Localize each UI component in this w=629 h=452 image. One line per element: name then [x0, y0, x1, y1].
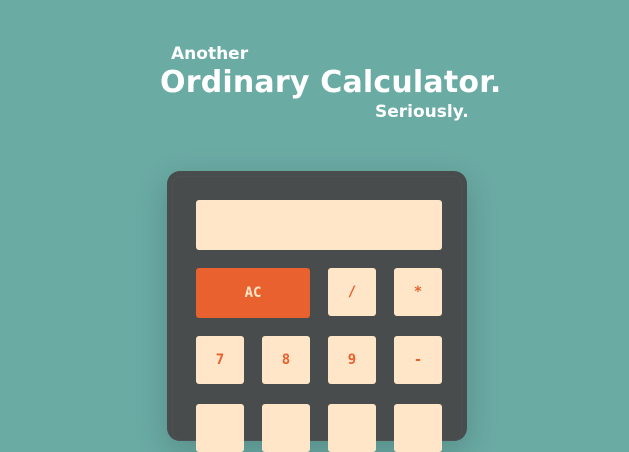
digit-7-button[interactable]: 7 — [196, 336, 244, 384]
key-row3-col1[interactable] — [196, 404, 244, 452]
divide-button[interactable]: / — [328, 268, 376, 316]
calculator: AC / * 7 8 9 - — [167, 171, 467, 452]
digit-8-button[interactable]: 8 — [262, 336, 310, 384]
page-title: Ordinary Calculator. — [160, 65, 502, 100]
key-row3-col4[interactable] — [394, 404, 442, 452]
digit-9-button[interactable]: 9 — [328, 336, 376, 384]
minus-button[interactable]: - — [394, 336, 442, 384]
calculator-display — [196, 200, 442, 250]
subtitle-seriously: Seriously. — [375, 102, 469, 122]
key-row3-col3[interactable] — [328, 404, 376, 452]
subtitle-another: Another — [171, 44, 249, 64]
multiply-button[interactable]: * — [394, 268, 442, 316]
key-row3-col2[interactable] — [262, 404, 310, 452]
clear-button[interactable]: AC — [196, 268, 310, 318]
